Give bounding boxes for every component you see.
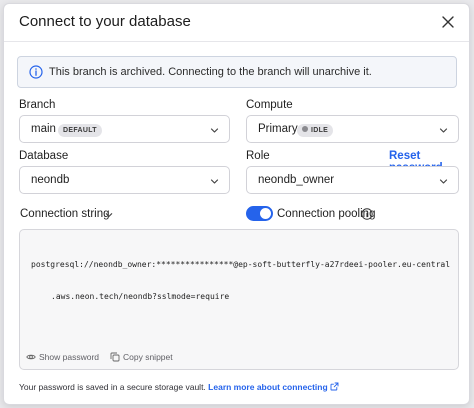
branch-select[interactable]: main DEFAULT <box>19 115 230 143</box>
show-password-label: Show password <box>39 352 100 362</box>
learn-more-label: Learn more about connecting <box>208 382 328 392</box>
database-value: neondb <box>31 174 70 186</box>
archived-alert: This branch is archived. Connecting to t… <box>17 56 457 88</box>
connection-pooling-toggle[interactable] <box>246 206 273 221</box>
database-label: Database <box>19 150 69 162</box>
eye-icon <box>26 354 36 360</box>
external-link-icon <box>330 382 339 391</box>
connect-dialog: Connect to your database This branch is … <box>3 3 470 405</box>
close-icon[interactable] <box>439 13 457 31</box>
status-dot-icon <box>302 126 308 132</box>
role-label: Role <box>246 150 270 162</box>
branch-value: main <box>31 123 56 135</box>
dialog-header: Connect to your database <box>4 4 469 42</box>
info-icon[interactable] <box>361 208 373 220</box>
chevron-down-icon <box>439 179 448 184</box>
copy-snippet-label: Copy snippet <box>123 352 173 362</box>
learn-more-link[interactable]: Learn more about connecting <box>208 382 339 392</box>
idle-badge: IDLE <box>297 124 334 137</box>
connection-string-line-1: postgresql://neondb_owner:**************… <box>31 260 451 269</box>
role-select[interactable]: neondb_owner <box>246 166 459 194</box>
chevron-down-icon[interactable] <box>105 211 113 219</box>
default-badge: DEFAULT <box>58 124 102 137</box>
chevron-down-icon <box>439 128 448 133</box>
compute-select[interactable]: Primary IDLE <box>246 115 459 143</box>
footer-text: Your password is saved in a secure stora… <box>19 382 206 392</box>
branch-label: Branch <box>19 99 56 111</box>
connection-string-box[interactable]: postgresql://neondb_owner:**************… <box>19 229 459 370</box>
connection-string-text[interactable]: postgresql://neondb_owner:**************… <box>31 239 451 323</box>
connection-string-line-2: .aws.neon.tech/neondb?sslmode=require <box>51 291 230 301</box>
dialog-title: Connect to your database <box>19 13 191 30</box>
database-select[interactable]: neondb <box>19 166 230 194</box>
chevron-down-icon <box>210 179 219 184</box>
footer-note: Your password is saved in a secure stora… <box>19 382 339 392</box>
compute-value: Primary <box>258 123 298 135</box>
alert-text: This branch is archived. Connecting to t… <box>49 66 372 78</box>
connection-string-dropdown[interactable]: Connection string <box>20 208 110 220</box>
toggle-knob <box>260 208 271 219</box>
info-icon <box>29 65 43 79</box>
role-value: neondb_owner <box>258 174 335 186</box>
chevron-down-icon <box>210 128 219 133</box>
idle-badge-text: IDLE <box>311 127 329 134</box>
copy-icon <box>110 352 120 362</box>
compute-label: Compute <box>246 99 293 111</box>
